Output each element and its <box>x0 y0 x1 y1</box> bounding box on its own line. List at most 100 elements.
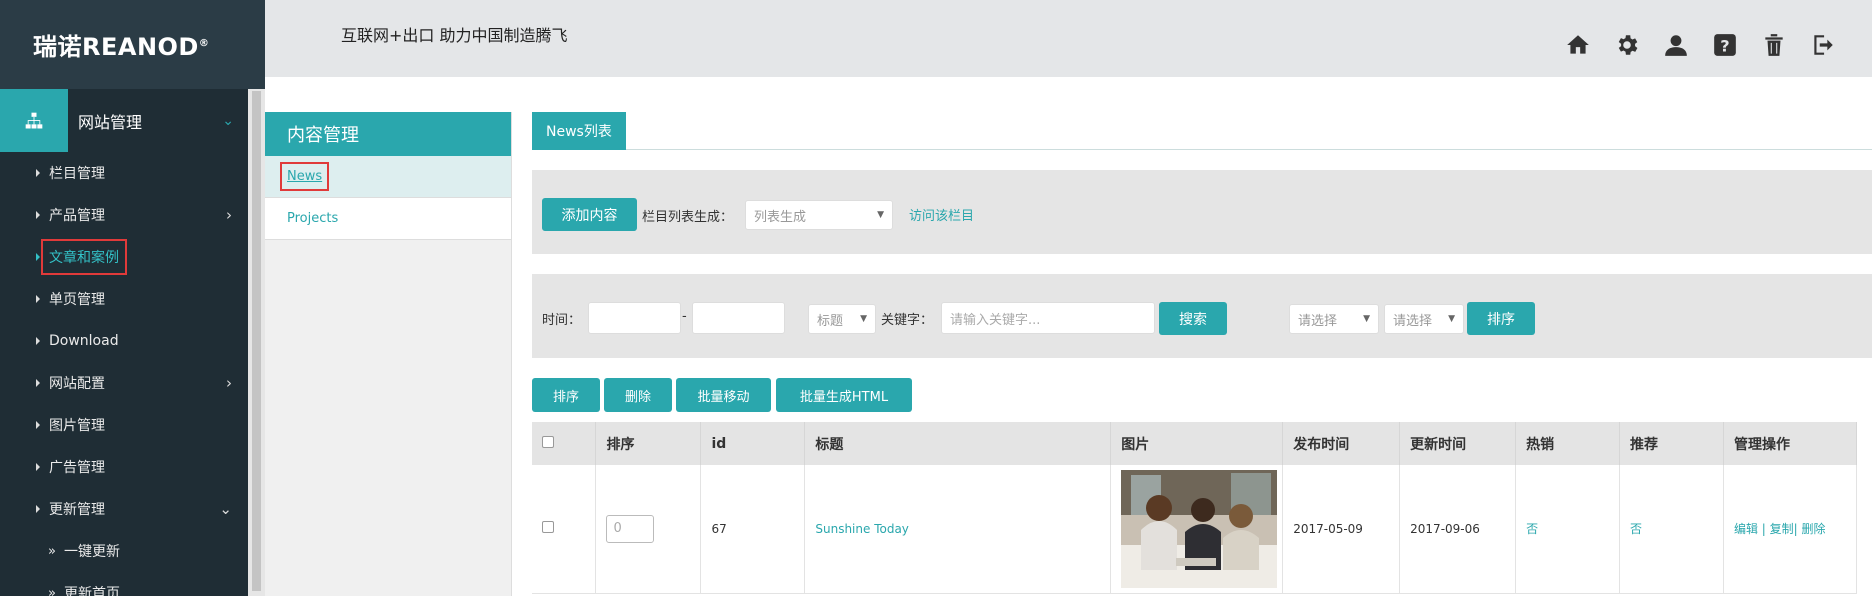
header-select-all[interactable] <box>532 422 597 465</box>
chevron-right-icon: › <box>226 206 232 224</box>
news-table: 排序 id 标题 图片 发布时间 更新时间 热销 推荐 管理操作 0 67 Su… <box>532 422 1858 594</box>
batch-move-button[interactable]: 批量移动 <box>676 378 771 412</box>
row-recommend-toggle[interactable]: 否 <box>1630 522 1642 536</box>
chevron-down-icon: ⌄ <box>219 500 232 518</box>
svg-text:?: ? <box>1720 37 1729 56</box>
sort-select-1[interactable]: 请选择 ▼ <box>1289 304 1379 334</box>
order-input[interactable]: 0 <box>606 514 655 543</box>
caret-right-icon <box>36 211 40 219</box>
row-action-links[interactable]: 编辑 | 复制| 删除 <box>1734 522 1826 536</box>
date-dash: - <box>682 309 687 324</box>
scrollbar-thumb[interactable] <box>252 91 261 591</box>
sidebar-item-label: 单页管理 <box>49 292 105 308</box>
user-icon[interactable] <box>1663 32 1689 58</box>
table-row: 0 67 Sunshine Today 2017-05-09 2017-09-0… <box>532 465 1858 594</box>
delete-button[interactable]: 删除 <box>604 378 672 412</box>
keyword-input[interactable]: 请输入关键字... <box>941 302 1155 334</box>
visit-column-link[interactable]: 访问该栏目 <box>909 205 974 224</box>
select-all-checkbox[interactable] <box>542 435 554 448</box>
sidebar-item-download[interactable]: Download <box>0 320 248 362</box>
gen-list-select-value: 列表生成 <box>754 209 807 225</box>
logo[interactable]: 瑞诺REANOD® <box>33 27 209 62</box>
sidebar-item-label: 产品管理 <box>49 208 105 224</box>
sidebar-subitem-label: 更新首页 <box>63 586 120 596</box>
table-header-row: 排序 id 标题 图片 发布时间 更新时间 热销 推荐 管理操作 <box>532 422 1858 465</box>
caret-right-icon <box>36 169 40 177</box>
sitemap-icon <box>0 89 68 152</box>
caret-right-icon <box>36 379 40 387</box>
sidebar-scrollbar[interactable] <box>248 89 265 596</box>
sidebar-item-ads[interactable]: 广告管理 <box>0 446 248 488</box>
top-header: 互联网+出口 助力中国制造腾飞 ? <box>265 0 1872 77</box>
row-updated: 2017-09-06 <box>1399 465 1517 594</box>
row-hot-toggle[interactable]: 否 <box>1526 522 1538 536</box>
row-checkbox[interactable] <box>542 521 554 534</box>
end-date-input[interactable] <box>692 302 785 334</box>
batch-html-button[interactable]: 批量生成HTML <box>776 378 912 412</box>
sidebar-item-articles[interactable]: 文章和案例 <box>0 236 248 278</box>
select-caret-icon: ▼ <box>1448 314 1455 324</box>
row-published: 2017-05-09 <box>1282 465 1401 594</box>
trash-icon[interactable] <box>1761 32 1787 58</box>
row-actions-cell: 编辑 | 复制| 删除 <box>1723 465 1858 594</box>
content-panel: 内容管理 News Projects <box>265 112 512 596</box>
start-date-input[interactable] <box>588 302 681 334</box>
sidebar-item-label: 文章和案例 <box>41 239 127 275</box>
select-caret-icon: ▼ <box>1363 314 1370 324</box>
caret-right-icon <box>36 463 40 471</box>
gen-list-label: 栏目列表生成： <box>642 210 734 225</box>
sidebar-item-pages[interactable]: 单页管理 <box>0 278 248 320</box>
row-id: 67 <box>700 465 806 594</box>
gen-list-select[interactable]: 列表生成 ▼ <box>745 200 893 230</box>
time-label: 时间： <box>542 313 582 328</box>
caret-right-icon <box>36 253 40 261</box>
content-item-label[interactable]: News <box>279 162 330 191</box>
home-icon[interactable] <box>1565 32 1591 58</box>
sidebar-item-label: Download <box>49 333 119 349</box>
content-item-news[interactable]: News <box>265 156 511 198</box>
search-button[interactable]: 搜索 <box>1159 302 1227 335</box>
sidebar-subitem-one-click-update[interactable]: » 一键更新 <box>0 530 248 572</box>
header-image: 图片 <box>1110 422 1284 465</box>
gear-icon[interactable] <box>1614 32 1640 58</box>
content-toolbar: 添加内容 栏目列表生成： 列表生成 ▼ 访问该栏目 <box>532 170 1872 254</box>
select-caret-icon: ▼ <box>877 210 884 220</box>
sidebar-item-products[interactable]: 产品管理 › <box>0 194 248 236</box>
double-chevron-icon: » <box>48 543 56 559</box>
sidebar-item-label: 更新管理 <box>49 502 105 518</box>
sidebar-item-images[interactable]: 图片管理 <box>0 404 248 446</box>
search-toolbar: 时间： - 标题 ▼ 关键字： 请输入关键字... 搜索 请选择 ▼ 请选择 ▼ 排序 <box>532 274 1872 358</box>
header-order: 排序 <box>595 422 702 465</box>
search-field-select[interactable]: 标题 ▼ <box>808 304 876 334</box>
row-image-cell <box>1110 465 1284 594</box>
top-icon-bar: ? <box>1565 32 1836 58</box>
add-content-button[interactable]: 添加内容 <box>542 198 637 231</box>
sidebar-header[interactable]: 网站管理 ⌄ <box>0 89 248 152</box>
tab-news-list[interactable]: News列表 <box>532 112 626 150</box>
sidebar: 网站管理 ⌄ 栏目管理 产品管理 › 文章和案例 单页管理 Download 网站… <box>0 89 248 596</box>
sidebar-item-columns[interactable]: 栏目管理 <box>0 152 248 194</box>
keyword-placeholder: 请输入关键字... <box>950 312 1041 328</box>
sidebar-item-updates[interactable]: 更新管理 ⌄ <box>0 488 248 530</box>
row-thumbnail-image <box>1121 469 1278 588</box>
sort-button[interactable]: 排序 <box>1467 302 1535 335</box>
order-button[interactable]: 排序 <box>532 378 600 412</box>
search-field-value: 标题 <box>817 313 844 329</box>
caret-right-icon <box>36 505 40 513</box>
content-item-projects[interactable]: Projects <box>265 198 511 240</box>
content-panel-title: 内容管理 <box>265 112 511 156</box>
logout-icon[interactable] <box>1810 32 1836 58</box>
sort-select-2-value: 请选择 <box>1393 313 1433 329</box>
header-slogan: 互联网+出口 助力中国制造腾飞 <box>341 26 568 45</box>
sidebar-subitem-update-home[interactable]: » 更新首页 <box>0 572 248 596</box>
content-item-label[interactable]: Projects <box>287 211 338 226</box>
header-id: id <box>700 422 806 465</box>
row-title-link[interactable]: Sunshine Today <box>815 522 909 536</box>
row-title-cell: Sunshine Today <box>804 465 1112 594</box>
keyword-label: 关键字： <box>881 313 934 328</box>
help-icon[interactable]: ? <box>1712 32 1738 58</box>
sidebar-item-site-config[interactable]: 网站配置 › <box>0 362 248 404</box>
caret-right-icon <box>36 337 40 345</box>
row-hot-cell: 否 <box>1515 465 1621 594</box>
sort-select-2[interactable]: 请选择 ▼ <box>1384 304 1464 334</box>
